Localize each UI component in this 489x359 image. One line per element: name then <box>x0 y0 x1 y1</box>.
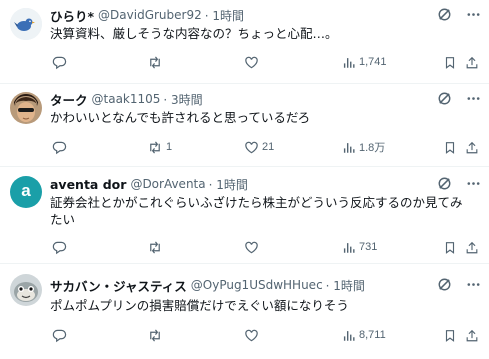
tweet[interactable]: ひらり* @DavidGruber92 · 1時間 決算資料、厳しそうな内容なの… <box>0 0 489 84</box>
bookmark-icon <box>445 329 455 342</box>
views-icon <box>343 142 355 153</box>
bookmark-icon <box>445 241 455 254</box>
tweet-text: 証券会社とかがこれぐらいふざけたら株主がどういう反応するのか見てみたい <box>50 195 463 227</box>
user-handle[interactable]: @taak1105 <box>92 92 161 106</box>
tweet-text: かわいいとなんでも許されると思っているだろ <box>50 110 311 125</box>
display-name[interactable]: ひらり* <box>50 6 94 24</box>
more-icon[interactable] <box>466 176 481 191</box>
like-button[interactable] <box>244 326 262 344</box>
more-icon[interactable] <box>466 277 481 292</box>
like-button[interactable] <box>244 238 262 256</box>
reply-button[interactable] <box>52 53 70 71</box>
retweet-icon <box>150 328 160 342</box>
tweet-header: ひらり* @DavidGruber92 · 1時間 <box>50 6 439 24</box>
like-button[interactable] <box>244 53 262 71</box>
display-name[interactable]: サカバン・ジャスティス <box>50 276 187 294</box>
view-count: 8,711 <box>359 329 386 341</box>
views-button[interactable]: 1.8万 <box>342 138 385 156</box>
display-name[interactable]: ターク <box>50 90 88 108</box>
tweet-header: aventa dor @DorAventa · 1時間 <box>50 175 439 193</box>
avatar[interactable] <box>10 8 42 40</box>
retweet-button[interactable] <box>147 53 166 71</box>
grok-icon[interactable] <box>437 277 452 292</box>
views-button[interactable]: 8,711 <box>342 326 386 344</box>
reply-icon <box>52 56 67 69</box>
share-icon <box>466 329 478 341</box>
tweet-text: 決算資料、厳しそうな内容なの？ちょっと心配…。 <box>50 26 338 41</box>
heart-icon <box>245 241 258 253</box>
user-handle[interactable]: @DorAventa <box>130 177 205 191</box>
retweet-count: 1 <box>166 141 173 153</box>
bookmark-button[interactable] <box>443 53 457 71</box>
action-bar: 1 21 1.8万 <box>0 138 489 156</box>
tweet[interactable]: ターク @taak1105 · 3時間 かわいいとなんでも許されると思っているだ… <box>0 84 489 167</box>
retweet-button[interactable]: 1 <box>147 138 172 156</box>
display-name[interactable]: aventa dor <box>50 177 126 192</box>
reply-icon <box>52 141 67 154</box>
blue-bird-avatar-icon <box>10 8 42 40</box>
views-icon <box>343 57 355 68</box>
retweet-icon <box>150 55 160 69</box>
view-count: 1,741 <box>359 56 387 68</box>
reply-button[interactable] <box>52 238 70 256</box>
timestamp[interactable]: · 3時間 <box>163 91 202 108</box>
heart-icon <box>245 329 258 341</box>
avatar[interactable]: a <box>10 176 42 208</box>
share-icon <box>466 241 478 253</box>
share-button[interactable] <box>465 138 479 156</box>
grok-icon[interactable] <box>437 91 452 106</box>
views-icon <box>343 330 355 341</box>
retweet-icon <box>150 240 160 254</box>
user-handle[interactable]: @OyPug1USdwHHuec <box>191 278 323 292</box>
avatar[interactable] <box>10 92 42 124</box>
view-count: 1.8万 <box>359 142 386 154</box>
reply-button[interactable] <box>52 326 70 344</box>
action-bar: 8,711 <box>0 326 489 344</box>
bookmark-button[interactable] <box>443 326 457 344</box>
more-icon[interactable] <box>466 7 481 22</box>
views-button[interactable]: 731 <box>342 238 377 256</box>
tweet[interactable]: a aventa dor @DorAventa · 1時間 証券会社とかがこれぐ… <box>0 167 489 264</box>
timestamp[interactable]: · 1時間 <box>326 277 365 294</box>
reply-icon <box>52 329 67 342</box>
views-button[interactable]: 1,741 <box>342 53 387 71</box>
photo-avatar-icon <box>10 92 42 124</box>
timestamp[interactable]: · 1時間 <box>209 176 248 193</box>
tweet[interactable]: サカバン・ジャスティス @OyPug1USdwHHuec · 1時間 ポムポムプ… <box>0 264 489 359</box>
action-bar: 731 <box>0 238 489 256</box>
reply-button[interactable] <box>52 138 70 156</box>
avatar-letter: a <box>21 181 31 200</box>
like-button[interactable]: 21 <box>244 138 274 156</box>
grok-icon[interactable] <box>437 7 452 22</box>
fish-avatar-icon <box>10 274 42 306</box>
share-icon <box>466 141 478 153</box>
tweet-text: ポムポムプリンの損害賠償だけでえぐい額になりそう <box>50 298 349 313</box>
views-icon <box>343 242 355 253</box>
tweet-header: ターク @taak1105 · 3時間 <box>50 90 439 108</box>
timestamp[interactable]: · 1時間 <box>205 7 244 24</box>
share-button[interactable] <box>465 53 479 71</box>
action-bar: 1,741 <box>0 53 489 71</box>
bookmark-icon <box>445 141 455 154</box>
tweet-header: サカバン・ジャスティス @OyPug1USdwHHuec · 1時間 <box>50 276 439 294</box>
view-count: 731 <box>359 241 378 253</box>
bookmark-button[interactable] <box>443 238 457 256</box>
retweet-button[interactable] <box>147 326 166 344</box>
heart-icon <box>245 56 258 68</box>
more-icon[interactable] <box>466 91 481 106</box>
share-button[interactable] <box>465 238 479 256</box>
bookmark-icon <box>445 56 455 69</box>
share-button[interactable] <box>465 326 479 344</box>
heart-icon <box>245 141 258 153</box>
retweet-icon <box>150 140 160 154</box>
avatar[interactable] <box>10 274 42 306</box>
reply-icon <box>52 241 67 254</box>
reply-feed: ひらり* @DavidGruber92 · 1時間 決算資料、厳しそうな内容なの… <box>0 0 489 359</box>
bookmark-button[interactable] <box>443 138 457 156</box>
like-count: 21 <box>262 141 275 153</box>
share-icon <box>466 56 478 68</box>
user-handle[interactable]: @DavidGruber92 <box>98 8 202 22</box>
grok-icon[interactable] <box>437 176 452 191</box>
retweet-button[interactable] <box>147 238 166 256</box>
